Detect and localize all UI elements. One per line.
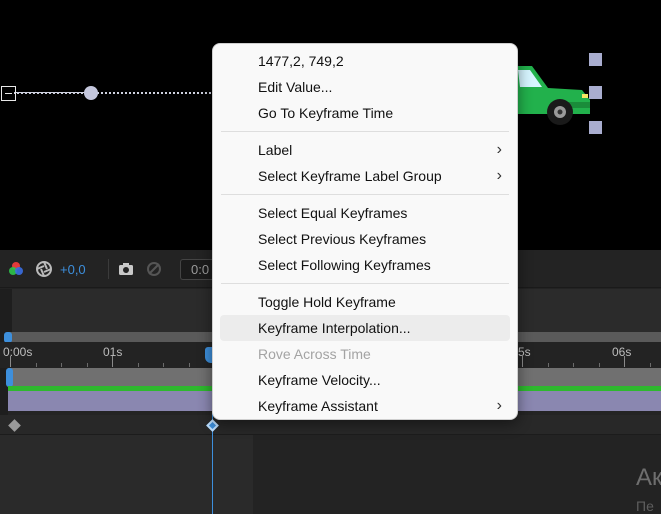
ruler-subtick (61, 363, 62, 367)
ruler-subtick (650, 363, 651, 367)
ruler-subtick (189, 363, 190, 367)
timeline-empty-area (253, 435, 661, 514)
ruler-subtick (599, 363, 600, 367)
menu-item-rove-across-time: Rove Across Time (220, 341, 510, 367)
menu-item-go-to-keyframe-time[interactable]: Go To Keyframe Time (220, 100, 510, 126)
menu-item-label: 1477,2, 749,2 (258, 53, 344, 69)
ruler-subtick (87, 363, 88, 367)
menu-item-label: Keyframe Velocity... (258, 372, 381, 388)
anchor-point-icon[interactable] (1, 86, 16, 101)
range-start-handle[interactable] (6, 368, 13, 387)
ruler-subtick (573, 363, 574, 367)
exposure-value[interactable]: +0,0 (60, 262, 86, 277)
motion-path-segment (14, 92, 90, 93)
rgb-channels-icon[interactable] (8, 261, 24, 277)
menu-item-label: Label (258, 142, 293, 158)
menu-separator (221, 131, 509, 132)
menu-item-label: Select Equal Keyframes (258, 205, 408, 221)
menu-item-select-equal-keyframes[interactable]: Select Equal Keyframes (220, 200, 510, 226)
bounding-handle-icon[interactable] (589, 121, 602, 134)
ruler-subtick (36, 363, 37, 367)
menu-item-label: Rove Across Time (258, 346, 371, 362)
ruler-label: 06s (612, 345, 632, 359)
windows-activation-subtitle: Пе (636, 498, 654, 514)
ruler-tick (624, 356, 625, 367)
menu-item-select-keyframe-label-group[interactable]: Select Keyframe Label Group › (220, 163, 510, 189)
show-snapshot-icon[interactable] (146, 261, 162, 277)
snapshot-camera-icon[interactable] (118, 261, 134, 277)
menu-item-keyframe-interpolation[interactable]: Keyframe Interpolation... (220, 315, 510, 341)
menu-item-label-submenu[interactable]: Label › (220, 137, 510, 163)
ruler-tick (112, 356, 113, 367)
menu-item-label: Select Keyframe Label Group (258, 168, 442, 184)
menu-item-label: Keyframe Assistant (258, 398, 378, 414)
menu-item-label: Select Previous Keyframes (258, 231, 427, 247)
ruler-subtick (163, 363, 164, 367)
keyframe-context-menu: 1477,2, 749,2 Edit Value... Go To Keyfra… (212, 43, 518, 420)
menu-item-toggle-hold-keyframe[interactable]: Toggle Hold Keyframe (220, 289, 510, 315)
bounding-handle-icon[interactable] (589, 53, 602, 66)
menu-item-select-following-keyframes[interactable]: Select Following Keyframes (220, 252, 510, 278)
bounding-handle-icon[interactable] (589, 86, 602, 99)
menu-item-keyframe-assistant[interactable]: Keyframe Assistant › (220, 393, 510, 419)
menu-item-label: Go To Keyframe Time (258, 105, 394, 121)
menu-item-label: Toggle Hold Keyframe (258, 294, 396, 310)
menu-item-select-previous-keyframes[interactable]: Select Previous Keyframes (220, 226, 510, 252)
exposure-icon[interactable] (36, 261, 52, 277)
ruler-subtick (548, 363, 549, 367)
menu-separator (221, 194, 509, 195)
motion-path-knob-icon[interactable] (84, 86, 98, 100)
property-row (0, 435, 253, 514)
chevron-right-icon: › (496, 167, 502, 184)
toolbar-divider (108, 259, 109, 279)
menu-item-label: Edit Value... (258, 79, 333, 95)
ruler-tick (10, 356, 11, 367)
chevron-right-icon: › (496, 141, 502, 158)
ruler-tick (522, 356, 523, 367)
ruler-subtick (138, 363, 139, 367)
menu-item-label: Keyframe Interpolation... (258, 320, 411, 336)
chevron-right-icon: › (496, 397, 502, 414)
windows-activation-title: Ак (636, 464, 661, 491)
menu-separator (221, 283, 509, 284)
ruler-label: 5s (518, 345, 531, 359)
menu-item-keyframe-velocity[interactable]: Keyframe Velocity... (220, 367, 510, 393)
menu-item-edit-value[interactable]: Edit Value... (220, 74, 510, 100)
menu-item-label: Select Following Keyframes (258, 257, 431, 273)
menu-item-position-value[interactable]: 1477,2, 749,2 (220, 48, 510, 74)
ruler-label: 0:00s (3, 345, 33, 359)
